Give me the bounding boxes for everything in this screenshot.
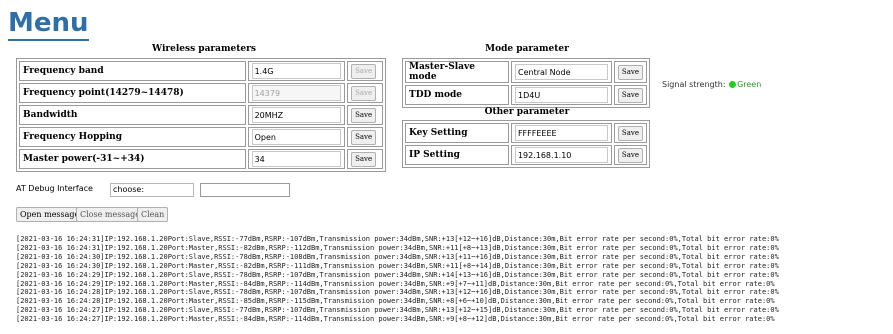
tdd-mode-field[interactable] xyxy=(514,87,608,103)
frequency-hopping-label: Frequency Hopping xyxy=(19,127,246,147)
table-row: Bandwidth Save xyxy=(19,105,383,125)
log-line: [2021-03-16 16:24:28]IP:192.168.1.20Port… xyxy=(16,288,779,297)
table-row: Frequency band Save xyxy=(19,61,383,81)
master-power-label: Master power(-31~+34) xyxy=(19,149,246,169)
log-line: [2021-03-16 16:24:31]IP:192.168.1.20Port… xyxy=(16,235,779,243)
master-slave-mode-label: Master-Slave mode xyxy=(405,61,509,83)
at-command-input[interactable] xyxy=(200,183,290,197)
table-row: Master power(-31~+34) Save xyxy=(19,149,383,169)
mode-parameter-caption: Mode parameter xyxy=(485,44,569,54)
frequency-hopping-save-button[interactable]: Save xyxy=(351,129,377,145)
bandwidth-field[interactable] xyxy=(251,107,342,123)
at-debug-label: AT Debug Interface xyxy=(16,184,93,193)
frequency-band-save-button[interactable]: Save xyxy=(351,63,377,79)
ip-setting-label: IP Setting xyxy=(405,145,509,165)
message-log: [2021-03-16 16:24:31]IP:192.168.1.20Port… xyxy=(16,235,893,324)
log-line: [2021-03-16 16:24:28]IP:192.168.1.20Port… xyxy=(16,297,775,306)
log-line: [2021-03-16 16:24:29]IP:192.168.1.20Port… xyxy=(16,279,775,288)
signal-strength-label: Signal strength: xyxy=(662,80,726,89)
page-title: Menu xyxy=(8,8,89,41)
signal-status: Green xyxy=(737,80,762,89)
log-line: [2021-03-16 16:24:30]IP:192.168.1.20Port… xyxy=(16,261,779,270)
master-power-save-button[interactable]: Save xyxy=(351,151,377,167)
table-row: Key Setting Save xyxy=(405,123,647,143)
ip-setting-field[interactable] xyxy=(514,147,608,163)
table-row: Master-Slave mode Save xyxy=(405,61,647,83)
log-line: [2021-03-16 16:24:31]IP:192.168.1.20Port… xyxy=(16,243,779,252)
bandwidth-save-button[interactable]: Save xyxy=(351,107,377,123)
key-setting-label: Key Setting xyxy=(405,123,509,143)
ip-setting-save-button[interactable]: Save xyxy=(617,147,643,163)
table-row: Frequency Hopping Save xyxy=(19,127,383,147)
log-line: [2021-03-16 16:24:29]IP:192.168.1.20Port… xyxy=(16,270,779,279)
frequency-point-field[interactable] xyxy=(251,85,342,101)
table-row: IP Setting Save xyxy=(405,145,647,165)
frequency-band-field[interactable] xyxy=(251,63,342,79)
signal-dot-icon xyxy=(729,81,737,88)
log-line: [2021-03-16 16:24:27]IP:192.168.1.20Port… xyxy=(16,306,779,315)
master-slave-mode-field[interactable] xyxy=(514,64,608,80)
tdd-mode-label: TDD mode xyxy=(405,85,509,105)
master-power-field[interactable] xyxy=(251,151,342,167)
frequency-hopping-field[interactable] xyxy=(251,129,342,145)
tdd-mode-save-button[interactable]: Save xyxy=(617,87,643,103)
bandwidth-label: Bandwidth xyxy=(19,105,246,125)
wireless-parameters-table: Frequency band Save Frequency point(1427… xyxy=(16,58,386,172)
open-message-button[interactable]: Open message xyxy=(16,207,84,222)
wireless-parameters-caption: Wireless parameters xyxy=(152,44,256,54)
clean-button[interactable]: Clean xyxy=(137,207,169,222)
mode-parameter-table: Master-Slave mode Save TDD mode Save xyxy=(402,58,650,108)
table-row: Frequency point(14279~14478) Save xyxy=(19,83,383,103)
frequency-band-label: Frequency band xyxy=(19,61,246,81)
key-setting-save-button[interactable]: Save xyxy=(617,125,643,141)
other-parameter-table: Key Setting Save IP Setting Save xyxy=(402,120,650,168)
table-row: TDD mode Save xyxy=(405,85,647,105)
frequency-point-label: Frequency point(14279~14478) xyxy=(19,83,246,103)
at-command-select[interactable]: choose: xyxy=(110,183,194,197)
other-parameter-caption: Other parameter xyxy=(484,107,570,117)
frequency-point-save-button[interactable]: Save xyxy=(351,85,377,101)
close-message-button[interactable]: Close message xyxy=(76,207,145,222)
master-slave-mode-save-button[interactable]: Save xyxy=(617,64,643,80)
log-line: [2021-03-16 16:24:27]IP:192.168.1.20Port… xyxy=(16,315,775,324)
signal-strength: Signal strength: Green xyxy=(662,80,761,89)
log-line: [2021-03-16 16:24:30]IP:192.168.1.20Port… xyxy=(16,252,779,261)
key-setting-field[interactable] xyxy=(514,125,608,141)
